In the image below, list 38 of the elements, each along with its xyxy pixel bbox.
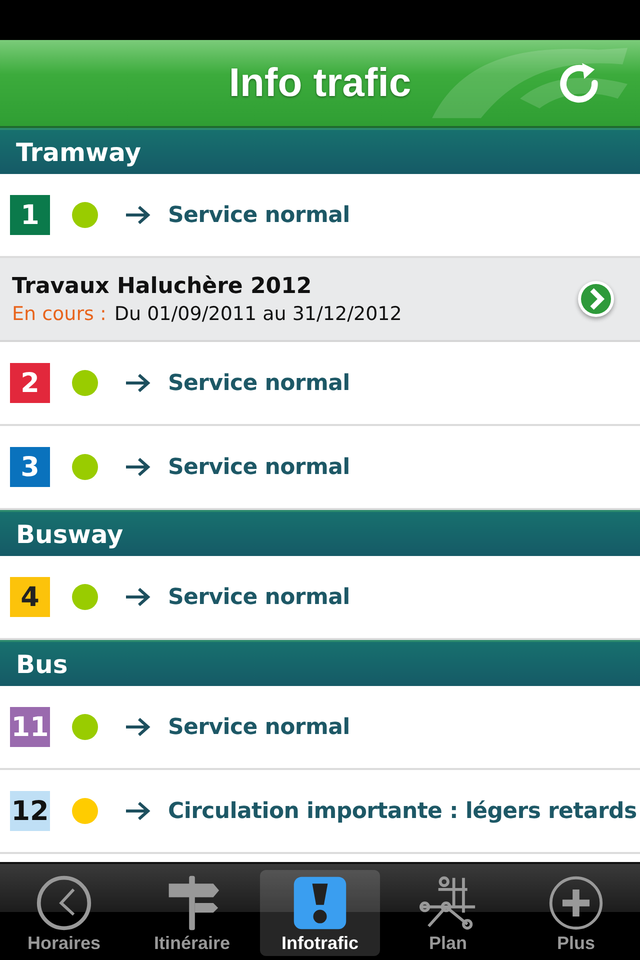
arrow-icon <box>125 587 151 607</box>
arrow-icon <box>125 457 151 477</box>
tab-item[interactable]: Plan <box>388 870 508 956</box>
status-message: Service normal <box>168 370 350 396</box>
arrow-icon <box>125 717 151 737</box>
line-status-row[interactable]: 2 Service normal <box>0 342 640 426</box>
status-message: Service normal <box>168 202 350 228</box>
line-badge: 3 <box>10 447 50 487</box>
screen-title: Info trafic <box>228 60 412 106</box>
notice-title: Travaux Haluchère 2012 <box>12 274 313 298</box>
line-badge: 2 <box>10 363 50 403</box>
tab-item[interactable]: Itinéraire <box>132 870 252 956</box>
status-message: Circulation importante : légers retards <box>168 798 637 824</box>
line-badge: 12 <box>10 791 50 831</box>
network-map-icon <box>419 874 477 932</box>
section-title: Bus <box>16 650 68 678</box>
arrow-icon <box>125 801 151 821</box>
status-message: Service normal <box>168 584 350 610</box>
plus-icon <box>547 874 605 932</box>
tab-item[interactable]: Plus <box>516 870 636 956</box>
tab-item[interactable]: Infotrafic <box>260 870 380 956</box>
alert-icon <box>291 874 349 932</box>
arrow-icon <box>125 373 151 393</box>
notice-row[interactable]: Travaux Haluchère 2012 En cours : Du 01/09/2011 au 31/12/2012 <box>0 258 640 342</box>
section-title: Tramway <box>16 138 142 166</box>
line-badge: 4 <box>10 577 50 617</box>
notice-state: En cours : <box>12 302 106 324</box>
line-badge: 1 <box>10 195 50 235</box>
tab-item[interactable]: Horaires <box>4 870 124 956</box>
line-status-row[interactable]: 11 Service normal <box>0 686 640 770</box>
chevron-icon[interactable] <box>576 279 616 319</box>
arrow-icon <box>125 205 151 225</box>
line-badge: 11 <box>10 707 50 747</box>
status-message: Service normal <box>168 454 350 480</box>
status-message: Service normal <box>168 714 350 740</box>
section-title: Busway <box>16 520 124 548</box>
line-status-row[interactable]: 12 Circulation importante : légers retards <box>0 770 640 854</box>
notice-period: Du 01/09/2011 au 31/12/2012 <box>114 302 402 324</box>
